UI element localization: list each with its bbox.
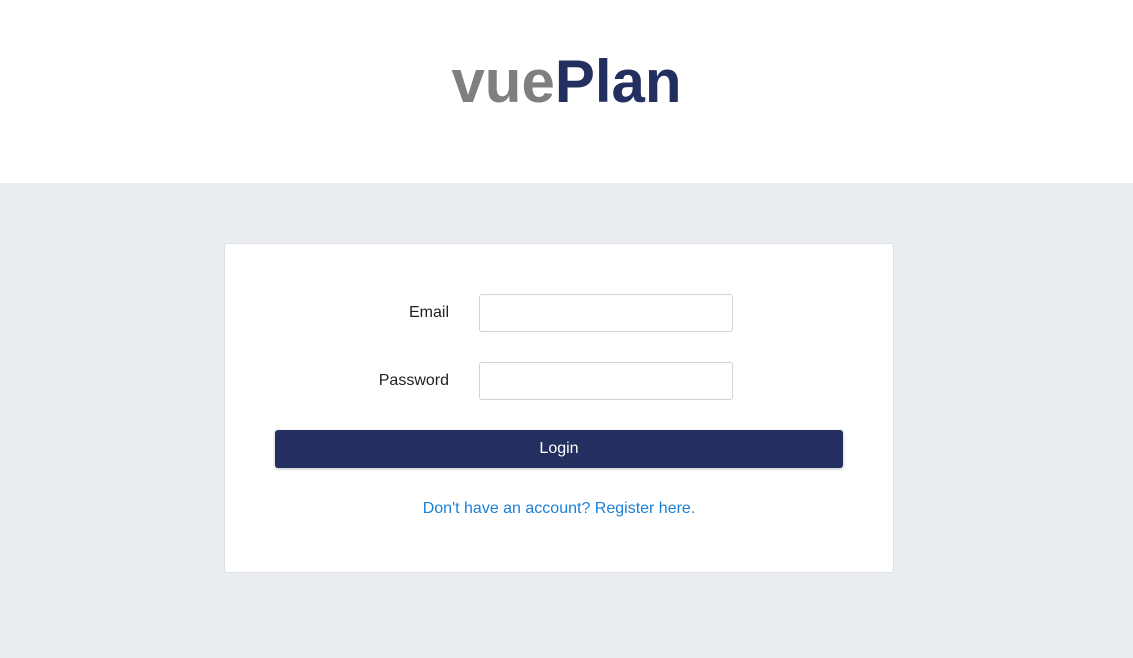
password-label: Password bbox=[378, 372, 449, 389]
logo-part-vue: vue bbox=[451, 48, 555, 115]
email-row: Email bbox=[225, 294, 893, 332]
main-area: Email Password Login Don't have an accou… bbox=[0, 183, 1133, 658]
login-card: Email Password Login Don't have an accou… bbox=[224, 243, 894, 573]
email-field[interactable] bbox=[479, 294, 733, 332]
logo-part-plan: Plan bbox=[554, 48, 682, 115]
header: vuePlan bbox=[0, 0, 1133, 183]
register-link[interactable]: Don't have an account? Register here. bbox=[225, 500, 893, 518]
password-row: Password bbox=[225, 362, 893, 400]
login-button[interactable]: Login bbox=[275, 430, 843, 468]
email-label: Email bbox=[408, 304, 449, 321]
app-logo: vuePlan bbox=[0, 52, 1133, 112]
password-field[interactable] bbox=[479, 362, 733, 400]
